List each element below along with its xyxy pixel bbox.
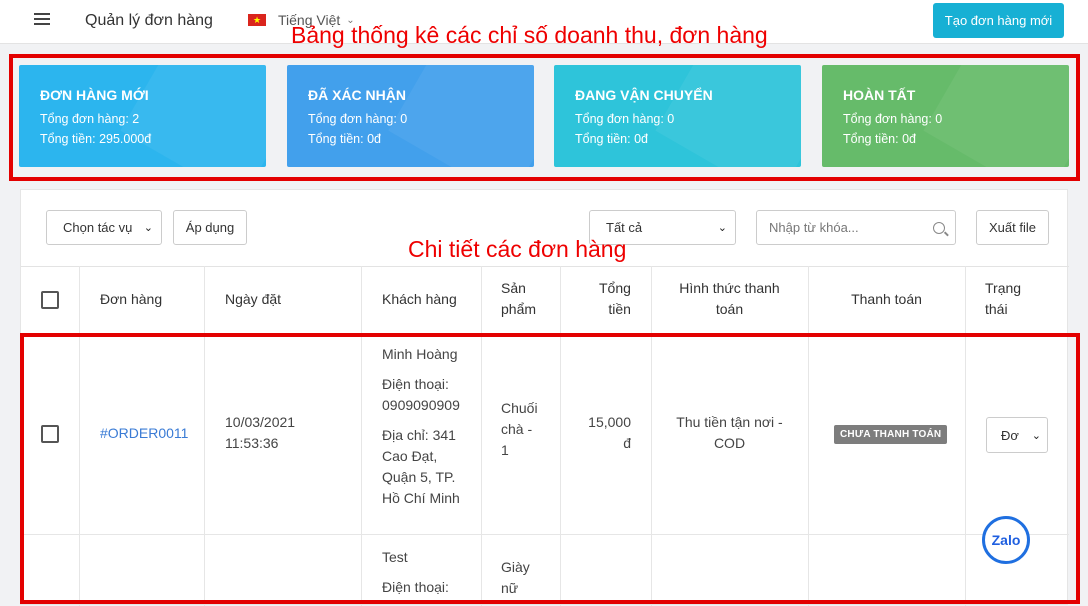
page-title: Quản lý đơn hàng: [85, 12, 213, 29]
header-product-line: Sản: [501, 280, 526, 296]
vietnam-flag-icon: [248, 11, 266, 29]
export-button[interactable]: Xuất file: [976, 210, 1049, 245]
header-customer: Khách hàng: [382, 291, 457, 307]
bulk-action-select[interactable]: Chọn tác vụ ⌄: [46, 210, 162, 245]
header-product-line: phẩm: [501, 301, 537, 317]
header-payment: Thanh toán: [851, 291, 922, 307]
stats-annotation: Bảng thống kê các chỉ số doanh thu, đơn …: [291, 22, 768, 48]
header-order: Đơn hàng: [100, 291, 163, 307]
chevron-down-icon: ⌄: [143, 222, 153, 234]
header-date: Ngày đặt: [225, 291, 282, 307]
header-total-line: Tổng: [599, 280, 631, 296]
header-method-line: toán: [715, 301, 744, 317]
rows-highlight-box: [20, 333, 1080, 604]
create-order-button[interactable]: Tạo đơn hàng mới: [933, 3, 1064, 38]
header-status-line: thái: [985, 301, 1008, 317]
search-icon[interactable]: [933, 221, 945, 234]
header-product: Sản phẩm: [501, 278, 536, 320]
header-method-line: Hình thức thanh: [679, 280, 780, 296]
stats-highlight-box: [9, 54, 1080, 181]
bulk-action-label: Chọn tác vụ: [63, 220, 133, 235]
header-method: Hình thức thanh toán: [661, 278, 798, 320]
filter-label: Tất cả: [606, 220, 643, 235]
header-total-line: tiền: [608, 301, 631, 317]
menu-icon[interactable]: [34, 13, 50, 27]
header-status: Trạng thái: [985, 278, 1021, 320]
apply-button[interactable]: Áp dụng: [173, 210, 247, 245]
select-all-checkbox[interactable]: [41, 291, 59, 309]
header-total: Tổng tiền: [599, 278, 631, 320]
chevron-down-icon: ⌄: [717, 222, 727, 234]
search-input[interactable]: Nhập từ khóa...: [756, 210, 956, 245]
header-status-line: Trạng: [985, 280, 1022, 296]
search-placeholder: Nhập từ khóa...: [769, 220, 859, 235]
details-annotation: Chi tiết các đơn hàng: [408, 236, 627, 262]
